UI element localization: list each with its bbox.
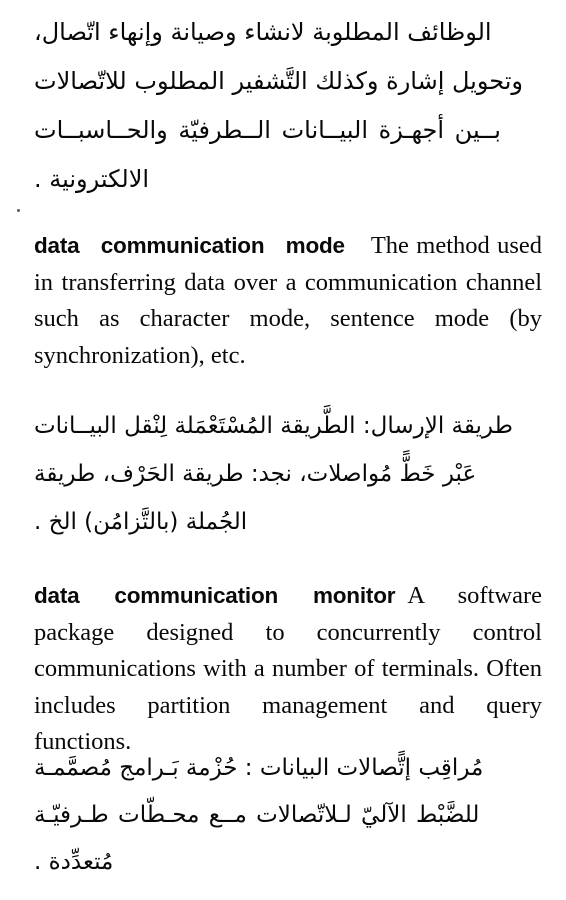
- dictionary-page: الوظائف المطلوبة لانشاء وصيانة وإنهاء ات…: [0, 0, 566, 900]
- entry-arabic-translation: مُراقِب إتًّصالات البيانات : حُزْمة بَـر…: [34, 745, 542, 886]
- arabic-line: الالكترونية .: [34, 165, 150, 193]
- entry-headword: data communication mode: [34, 233, 345, 258]
- dictionary-entry-data-communication-monitor: data communication monitor A software pac…: [34, 578, 542, 761]
- arabic-line: عَبْر خَطًّ مُواصلات، نجد: طريقة الحَرْف…: [34, 461, 477, 487]
- entry-arabic-translation: طريقة الإرسال: الطَّريقة المُسْتَعْمَلة …: [34, 402, 542, 546]
- dictionary-entry-data-communication-mode: data communication mode The method used i…: [34, 228, 542, 374]
- arabic-line: الجُملة (بالتَّزامُن) الخ .: [34, 509, 248, 535]
- arabic-continuation-paragraph: الوظائف المطلوبة لانشاء وصيانة وإنهاء ات…: [34, 8, 542, 204]
- arabic-line: طريقة الإرسال: الطَّريقة المُسْتَعْمَلة …: [34, 413, 513, 439]
- arabic-line: الوظائف المطلوبة لانشاء وصيانة وإنهاء ات…: [34, 18, 492, 46]
- arabic-line: مُراقِب إتًّصالات البيانات : حُزْمة بَـر…: [34, 755, 484, 781]
- scan-artifact-speck: [17, 209, 20, 212]
- arabic-line: مُتعدِّدة .: [34, 849, 114, 875]
- entry-headword: data communication monitor: [34, 583, 396, 608]
- arabic-line: وتحويل إشارة وكذلك التَّشفير المطلوب للا…: [34, 67, 524, 95]
- arabic-line: للضَّبْط الآليّ لـلاتّصالات مــع محـطّات…: [34, 802, 480, 828]
- arabic-line: بــين أجهـزة البيــانات الــطرفيّة والحـ…: [34, 116, 501, 144]
